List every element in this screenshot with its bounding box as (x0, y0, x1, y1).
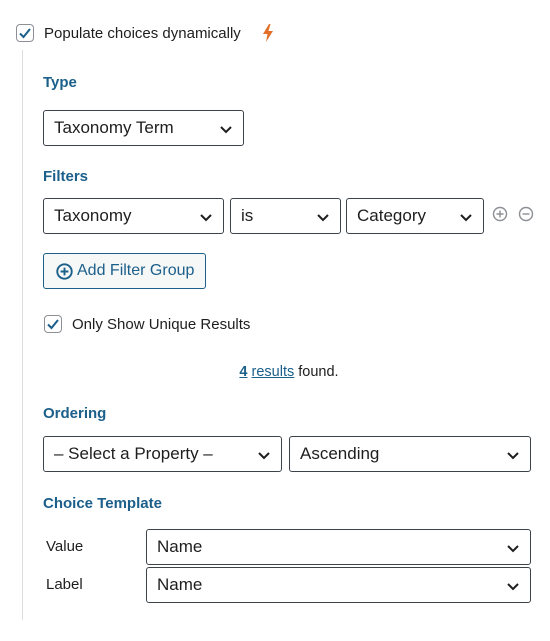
chevron-down-icon (507, 545, 519, 553)
ordering-heading: Ordering (43, 405, 107, 422)
label-template-value: Name (157, 575, 203, 594)
filter-field-value: Taxonomy (54, 206, 132, 225)
label-template-select[interactable]: Name (146, 567, 531, 603)
order-direction-select[interactable]: Ascending (289, 436, 531, 472)
results-suffix: found. (298, 364, 339, 380)
chevron-down-icon (507, 452, 519, 460)
value-template-value: Name (157, 537, 203, 556)
filters-heading: Filters (43, 168, 89, 185)
type-select-value: Taxonomy Term (54, 118, 174, 137)
value-row-label: Value (46, 538, 84, 555)
section-rail (22, 50, 23, 620)
chevron-down-icon (460, 214, 472, 222)
unique-results-label: Only Show Unique Results (72, 316, 251, 333)
choice-template-heading: Choice Template (43, 495, 162, 512)
add-filter-group-button[interactable]: Add Filter Group (43, 253, 206, 289)
chevron-down-icon (200, 214, 212, 222)
plus-circle-icon (56, 262, 73, 280)
chevron-down-icon (507, 583, 519, 591)
populate-checkbox[interactable] (16, 24, 34, 42)
check-icon (19, 28, 31, 39)
order-property-value: – Select a Property – (54, 444, 213, 463)
type-heading: Type (43, 74, 77, 91)
chevron-down-icon (258, 452, 270, 460)
results-count-number[interactable]: 4 (239, 364, 247, 380)
results-link[interactable]: results (252, 364, 295, 380)
value-template-select[interactable]: Name (146, 529, 531, 565)
filter-operator-value: is (241, 206, 254, 225)
check-icon (47, 319, 59, 330)
order-property-select[interactable]: – Select a Property – (43, 436, 282, 472)
populate-label: Populate choices dynamically (44, 25, 241, 42)
filter-value-value: Category (357, 206, 426, 225)
add-filter-icon[interactable] (492, 206, 508, 222)
filter-operator-select[interactable]: is (230, 198, 341, 234)
chevron-down-icon (220, 126, 232, 134)
bolt-icon (263, 24, 273, 42)
chevron-down-icon (317, 214, 329, 222)
type-select[interactable]: Taxonomy Term (43, 110, 244, 146)
results-count-text: 4 results found. (0, 364, 550, 380)
filter-value-select[interactable]: Category (346, 198, 484, 234)
remove-filter-icon[interactable] (518, 206, 534, 222)
label-row-label: Label (46, 576, 83, 593)
add-filter-group-label: Add Filter Group (77, 262, 195, 279)
filter-field-select[interactable]: Taxonomy (43, 198, 224, 234)
order-direction-value: Ascending (300, 444, 380, 463)
unique-results-checkbox[interactable] (44, 315, 62, 333)
